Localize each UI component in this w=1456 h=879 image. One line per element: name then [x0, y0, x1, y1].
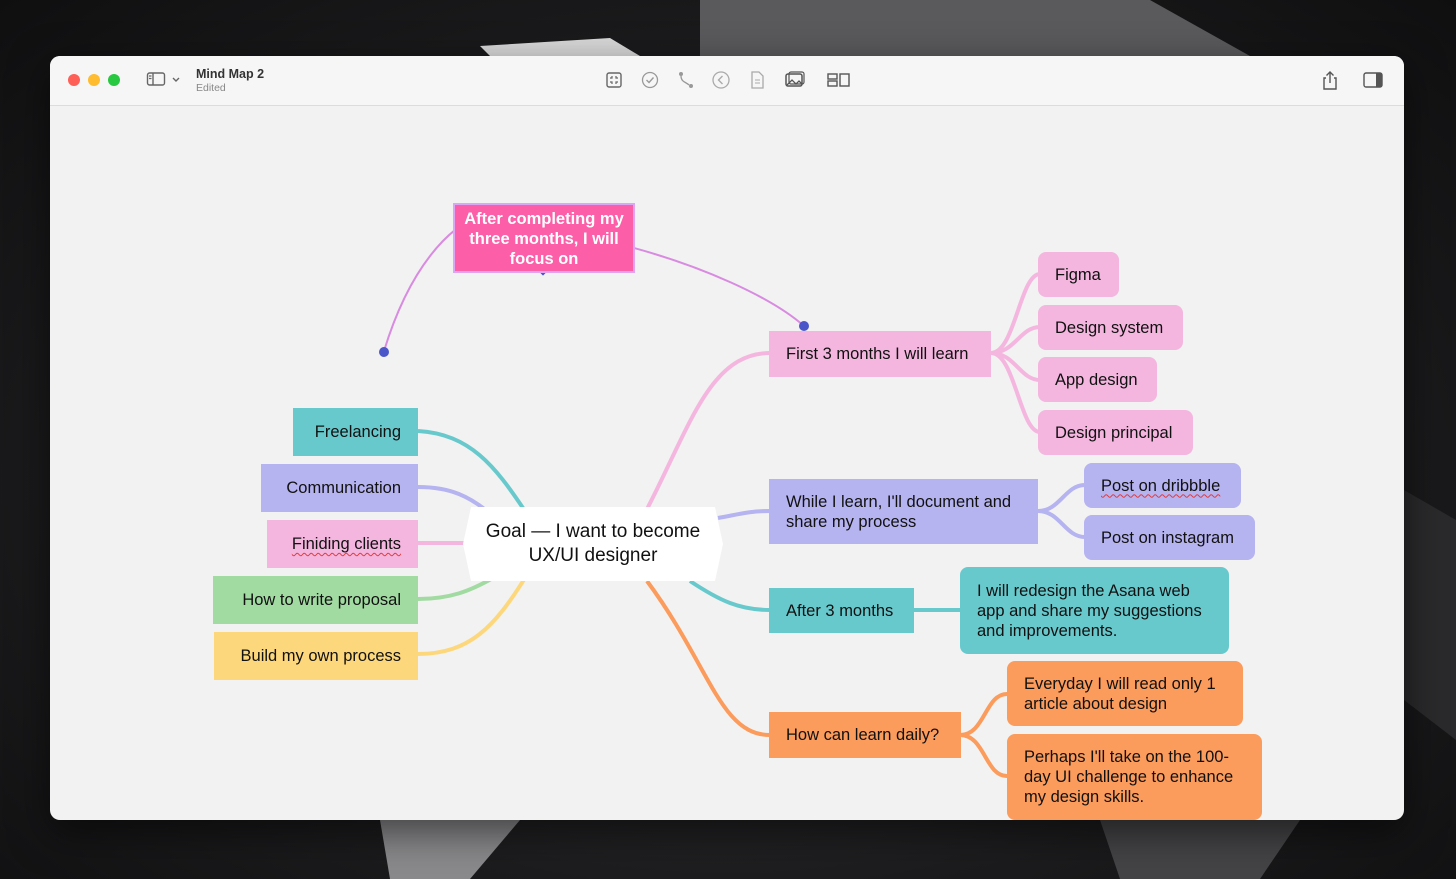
subtopic-label: Post on instagram — [1101, 528, 1234, 547]
title-bar: Mind Map 2 Edited — [50, 56, 1404, 106]
topic-build-process[interactable]: Build my own process — [214, 632, 418, 680]
subtopic-100-day-challenge[interactable]: Perhaps I'll take on the 100- day UI cha… — [1007, 734, 1262, 820]
topic-line: share my process — [786, 512, 917, 531]
zoom-button[interactable] — [108, 74, 120, 86]
floating-topic[interactable]: After completing my three months, I will… — [453, 203, 635, 273]
central-topic[interactable]: Goal — I want to become UX/UI designer — [463, 507, 723, 581]
app-window: Mind Map 2 Edited After completing my th… — [50, 56, 1404, 820]
subtopic-asana-redesign[interactable]: I will redesign the Asana web app and sh… — [960, 567, 1229, 654]
relationship-line — [633, 247, 805, 327]
subtopic-design-system[interactable]: Design system — [1038, 305, 1183, 350]
topic-label: Finiding clients — [291, 535, 401, 553]
subtopic-read-article[interactable]: Everyday I will read only 1 article abou… — [1007, 661, 1243, 726]
subtopic-app-design[interactable]: App design — [1038, 357, 1157, 402]
topic-document-process[interactable]: While I learn, I'll document and share m… — [769, 479, 1038, 544]
topic-after-3-months[interactable]: After 3 months — [769, 588, 914, 633]
subtopic-label: Design principal — [1055, 423, 1173, 442]
topic-label: How to write proposal — [242, 591, 401, 609]
subtopic-label: App design — [1055, 370, 1138, 389]
subtopic-label: Design system — [1055, 318, 1164, 337]
close-button[interactable] — [68, 74, 80, 86]
topic-freelancing[interactable]: Freelancing — [293, 408, 418, 456]
document-icon[interactable] — [748, 70, 770, 90]
focus-icon[interactable] — [604, 70, 626, 90]
subtopic-dribbble[interactable]: Post on dribbble — [1084, 463, 1241, 508]
checkmark-icon[interactable] — [640, 70, 662, 90]
subtopic-label: Figma — [1055, 265, 1101, 284]
document-status: Edited — [196, 82, 226, 94]
subtopic-line: day UI challenge to enhance — [1024, 768, 1234, 786]
topic-learn-daily[interactable]: How can learn daily? — [769, 712, 961, 758]
subtopic-figma[interactable]: Figma — [1038, 252, 1119, 297]
document-title: Mind Map 2 — [196, 67, 265, 81]
chevron-down-icon[interactable] — [170, 70, 182, 90]
relationship-handle — [379, 347, 389, 357]
relationship-handle — [799, 321, 809, 331]
back-icon[interactable] — [710, 70, 732, 90]
inspector-icon[interactable] — [1362, 70, 1384, 90]
topic-label: Communication — [286, 479, 401, 497]
mindmap-canvas[interactable]: After completing my three months, I will… — [50, 106, 1404, 820]
topic-label: After 3 months — [786, 601, 894, 620]
image-icon[interactable] — [784, 70, 806, 90]
subtopic-instagram[interactable]: Post on instagram — [1084, 515, 1255, 560]
subtopic-line: my design skills. — [1024, 788, 1145, 806]
subtopic-line: Everyday I will read only 1 — [1024, 674, 1216, 693]
topic-communication[interactable]: Communication — [261, 464, 418, 512]
minimize-button[interactable] — [88, 74, 100, 86]
subtopic-design-principal[interactable]: Design principal — [1038, 410, 1193, 455]
topic-write-proposal[interactable]: How to write proposal — [213, 576, 418, 624]
share-icon[interactable] — [1320, 70, 1342, 90]
subtopic-line: Perhaps I'll take on the 100- — [1024, 748, 1229, 766]
topic-first-months[interactable]: First 3 months I will learn — [769, 331, 991, 377]
subtopic-line: article about design — [1024, 694, 1168, 713]
subtopic-line: app and share my suggestions — [977, 601, 1202, 620]
topic-label: Build my own process — [240, 647, 401, 665]
floating-topic-line: After completing my — [464, 210, 624, 228]
central-topic-line: Goal — I want to become — [485, 521, 701, 542]
topic-label: How can learn daily? — [786, 726, 940, 744]
topic-finding-clients[interactable]: Finiding clients — [267, 520, 418, 568]
topic-line: While I learn, I'll document and — [786, 492, 1012, 511]
topic-label: First 3 months I will learn — [786, 345, 969, 363]
layout-icon[interactable] — [826, 70, 852, 90]
subtopic-label: Post on dribbble — [1101, 476, 1221, 495]
topic-label: Freelancing — [314, 423, 401, 441]
central-topic-line: UX/UI designer — [528, 545, 658, 566]
sidebar-icon[interactable] — [146, 70, 168, 90]
floating-topic-line: focus on — [509, 250, 579, 268]
relationship-icon[interactable] — [676, 70, 698, 90]
subtopic-line: and improvements. — [977, 621, 1118, 640]
floating-topic-line: three months, I will — [469, 230, 619, 248]
subtopic-line: I will redesign the Asana web — [977, 581, 1190, 600]
